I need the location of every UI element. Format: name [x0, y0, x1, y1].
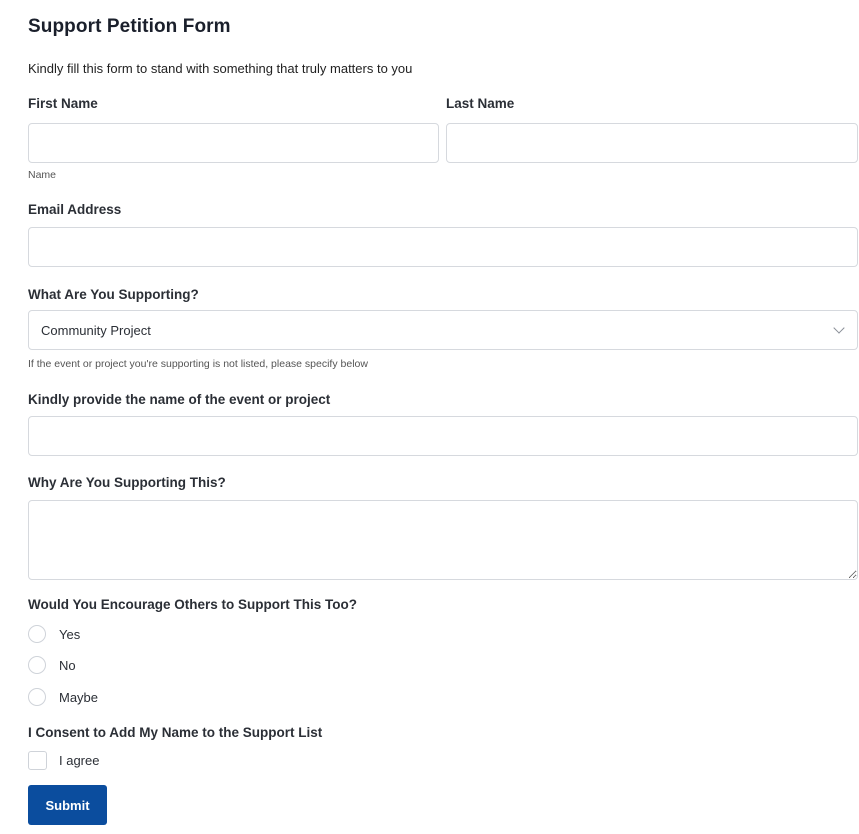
supporting-hint: If the event or project you're supportin… — [28, 358, 368, 370]
supporting-label: What Are You Supporting? — [28, 287, 199, 302]
radio-option-no[interactable]: No — [28, 656, 76, 674]
why-label: Why Are You Supporting This? — [28, 475, 226, 490]
event-name-input[interactable] — [28, 416, 858, 456]
consent-label: I Consent to Add My Name to the Support … — [28, 725, 323, 740]
consent-checkbox-label: I agree — [59, 753, 100, 768]
last-name-input[interactable] — [446, 123, 858, 163]
form-subtitle: Kindly fill this form to stand with some… — [28, 61, 413, 76]
radio-label-maybe: Maybe — [59, 689, 99, 705]
first-name-input[interactable] — [28, 123, 439, 163]
radio-button[interactable] — [28, 656, 46, 674]
chevron-down-icon — [833, 322, 845, 334]
email-label: Email Address — [28, 202, 122, 217]
submit-button[interactable]: Submit — [28, 785, 107, 825]
event-name-label: Kindly provide the name of the event or … — [28, 392, 331, 407]
name-hint: Name — [28, 169, 57, 181]
radio-option-maybe[interactable]: Maybe — [28, 688, 98, 706]
last-name-label: Last Name — [446, 96, 515, 111]
supporting-selected-value: Community Project — [41, 322, 151, 338]
radio-button[interactable] — [28, 688, 46, 706]
consent-checkbox-row[interactable]: I agree — [28, 751, 99, 770]
radio-option-yes[interactable]: Yes — [28, 625, 80, 643]
email-input[interactable] — [28, 227, 858, 267]
why-textarea[interactable] — [28, 500, 858, 580]
first-name-label: First Name — [28, 96, 98, 111]
radio-button[interactable] — [28, 625, 46, 643]
form-title: Support Petition Form — [28, 16, 231, 37]
supporting-select[interactable]: Community Project — [28, 310, 858, 350]
radio-label-no: No — [59, 657, 76, 673]
encourage-label: Would You Encourage Others to Support Th… — [28, 597, 357, 612]
consent-checkbox[interactable] — [28, 751, 47, 770]
radio-label-yes: Yes — [59, 626, 81, 642]
